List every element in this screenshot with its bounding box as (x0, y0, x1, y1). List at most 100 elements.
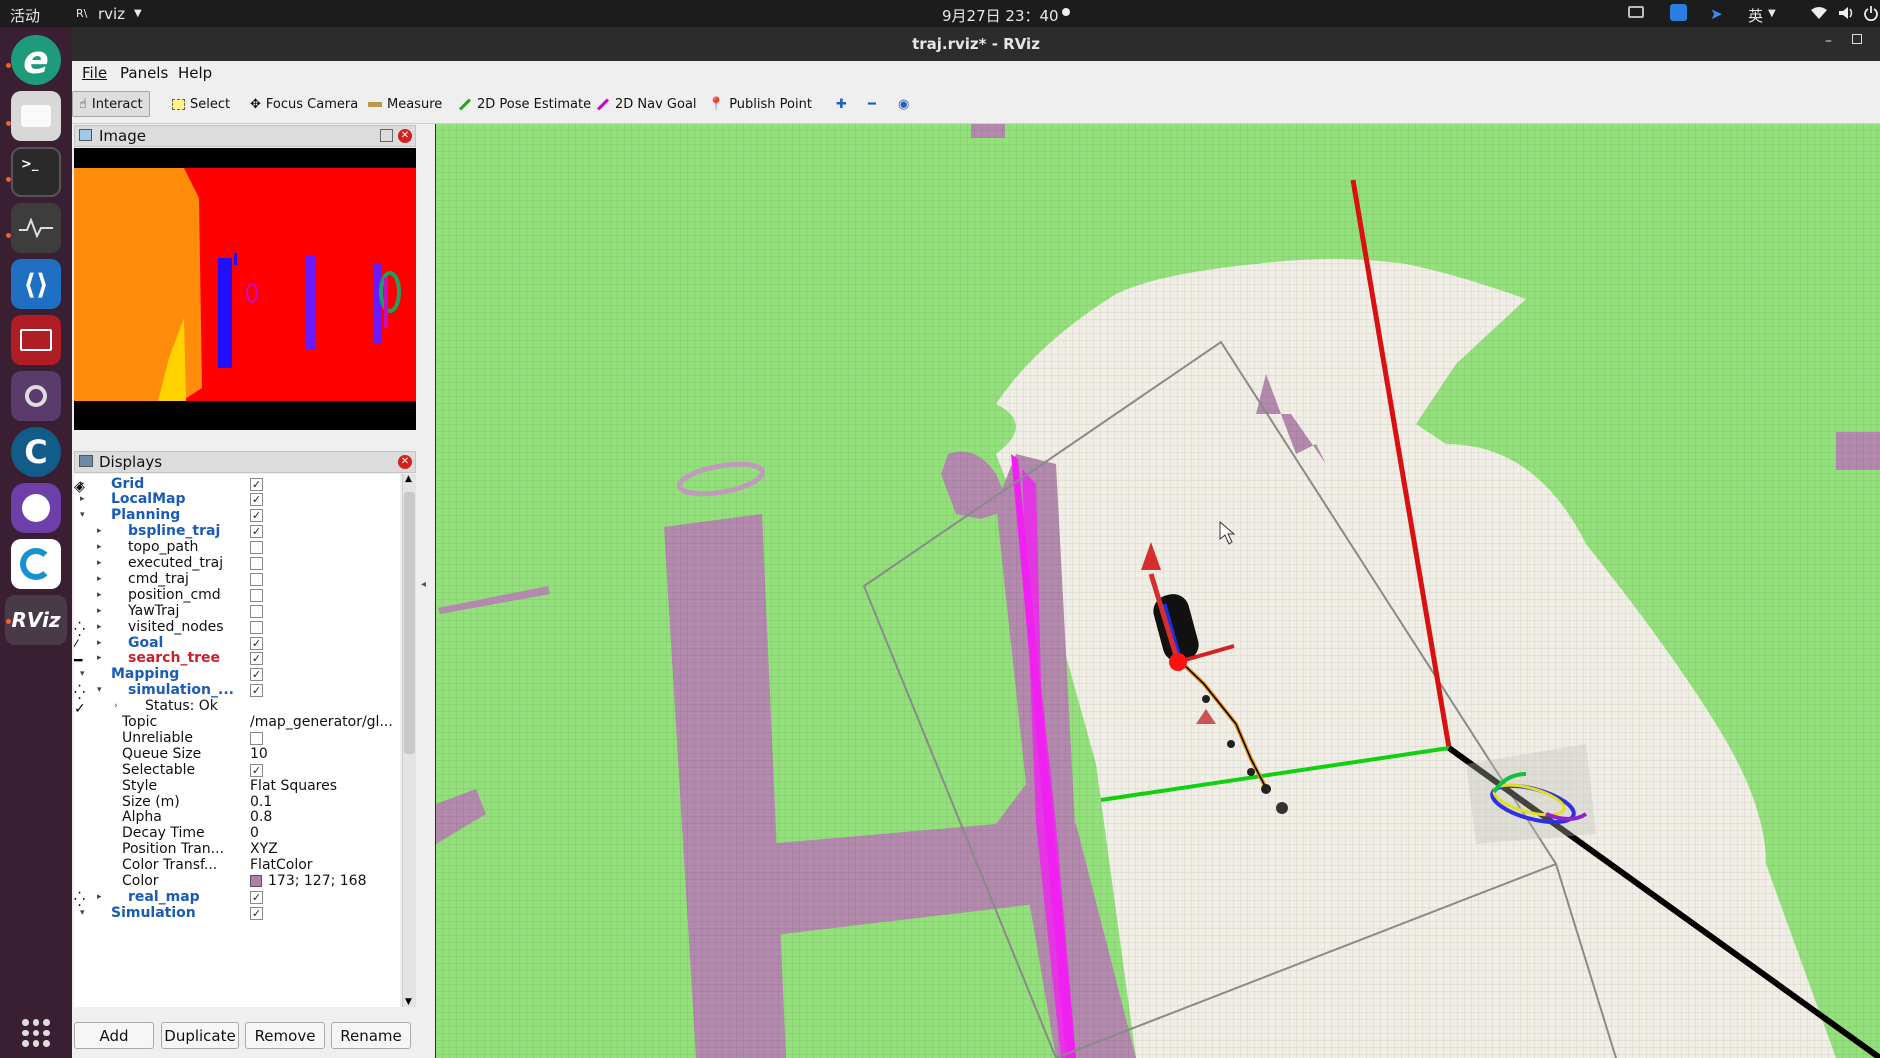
visibility-checkbox[interactable]: ✓ (250, 668, 263, 682)
application-dock: e >_ ⟨⟩ C RViz (0, 27, 72, 1058)
notification-dot-icon (1062, 8, 1070, 16)
minimize-icon[interactable]: – (1825, 33, 1832, 49)
3d-scene[interactable] (436, 124, 1880, 1058)
rename-button[interactable]: Rename (331, 1022, 411, 1049)
menu-file[interactable]: File (82, 64, 107, 82)
collapse-panel-icon[interactable]: ◂ (421, 579, 426, 590)
marker-icon (74, 573, 87, 586)
files-icon[interactable] (11, 91, 61, 141)
video-icon[interactable] (11, 371, 61, 421)
system-monitor-icon[interactable] (11, 203, 61, 253)
wifi-icon[interactable] (1810, 6, 1828, 20)
remove-button[interactable]: Remove (245, 1022, 325, 1049)
scroll-down-icon[interactable]: ▼ (405, 997, 412, 1007)
folder-icon (74, 493, 87, 506)
tree-scrollbar[interactable]: ▲ ▼ (402, 474, 416, 1007)
ruler-icon (368, 101, 382, 107)
scroll-up-icon[interactable]: ▲ (405, 474, 412, 484)
marker-icon (74, 541, 87, 554)
visibility-checkbox[interactable]: ✓ (250, 890, 263, 904)
cloud-icon: ⁛ (74, 891, 86, 908)
app-indicator-icon[interactable] (1670, 4, 1687, 21)
rviz-badge: R\ (76, 7, 88, 20)
cloud-icon[interactable]: C (11, 427, 61, 477)
grid-icon: ◈ (74, 478, 85, 495)
folder-icon (74, 907, 87, 920)
maximize-icon[interactable] (1852, 34, 1862, 44)
vscode-icon[interactable]: ⟨⟩ (11, 259, 61, 309)
float-panel-icon[interactable] (380, 129, 393, 142)
add-tool-icon[interactable]: ✚ (830, 91, 853, 117)
app-icon[interactable] (11, 315, 61, 365)
focus-camera-label: Focus Camera (265, 96, 359, 112)
running-indicator (6, 619, 11, 624)
marker-icon (74, 525, 87, 538)
image-panel-icon (79, 129, 92, 141)
terminal-icon[interactable]: >_ (11, 147, 61, 197)
running-indicator (6, 177, 11, 182)
focus-camera-tool[interactable]: ✥ Focus Camera (244, 91, 364, 117)
close-icon[interactable]: ✕ (398, 129, 412, 143)
menu-panels[interactable]: Panels (120, 64, 168, 82)
show-apps-icon[interactable] (22, 1019, 50, 1047)
tree-row-simulation[interactable]: ▾ Simulation ✓ (74, 904, 400, 923)
menu-bar: File Panels Help (72, 61, 1880, 85)
visibility-checkbox[interactable] (250, 588, 263, 602)
visibility-checkbox[interactable] (250, 572, 263, 586)
add-button[interactable]: Add (74, 1022, 154, 1049)
scrollbar-thumb[interactable] (404, 492, 415, 754)
marker-icon (74, 605, 87, 618)
cloud-icon: ⁛ (74, 685, 86, 702)
visibility-checkbox[interactable]: ✓ (250, 509, 263, 523)
cloud-icon: ⁛ (74, 621, 86, 638)
nav-goal-tool[interactable]: 2D Nav Goal (590, 91, 703, 117)
3d-render-viewport[interactable] (436, 124, 1880, 1058)
running-indicator (6, 63, 11, 68)
running-indicator (6, 233, 11, 238)
visibility-checkbox[interactable] (250, 557, 263, 570)
app-menu-button[interactable]: rviz (98, 5, 125, 23)
power-icon[interactable] (1864, 5, 1878, 21)
github-icon[interactable] (11, 483, 61, 533)
edge-browser-icon[interactable]: e (11, 35, 61, 85)
map-pin-icon: 📍 (708, 96, 725, 112)
measure-tool[interactable]: Measure (362, 91, 448, 117)
displays-tree[interactable]: ▸ ◈ Grid ✓ ▸ LocalMap ✓ ▾ Planning ✓ ▸ bspline_traj… (74, 474, 400, 1007)
rviz-icon[interactable]: RViz (5, 595, 67, 645)
select-tool[interactable]: Select (166, 91, 236, 117)
sync-icon[interactable] (11, 539, 61, 589)
ok-icon: ✓ (74, 701, 86, 718)
visibility-checkbox[interactable]: ✓ (250, 477, 263, 491)
remove-tool-icon[interactable]: ━ (862, 91, 882, 117)
tool-bar: ☝ Interact Select ✥ Focus Camera Measure 2… (72, 85, 1880, 124)
eye-icon[interactable]: ◉ (892, 91, 915, 117)
visibility-checkbox[interactable] (250, 604, 263, 618)
camera-icon[interactable] (1628, 6, 1644, 18)
telegram-icon[interactable]: ➤ (1710, 5, 1723, 23)
publish-point-tool[interactable]: 📍 Publish Point (702, 91, 818, 117)
clock[interactable]: 9月27日 23：40 (942, 5, 1059, 26)
image-panel-title: Image (99, 127, 146, 145)
visibility-checkbox[interactable]: ✓ (250, 525, 263, 539)
volume-icon[interactable] (1838, 6, 1854, 20)
marker-icon (74, 557, 87, 570)
visibility-checkbox[interactable]: ✓ (250, 493, 263, 507)
visibility-checkbox[interactable]: ✓ (250, 652, 263, 666)
visibility-checkbox[interactable]: ✓ (250, 763, 263, 777)
menu-help[interactable]: Help (178, 64, 212, 82)
window-titlebar[interactable]: traj.rviz* - RViz – (72, 27, 1880, 61)
visibility-checkbox[interactable]: ✓ (250, 684, 263, 698)
visibility-checkbox[interactable]: ✓ (250, 906, 263, 920)
pose-estimate-tool[interactable]: 2D Pose Estimate (452, 91, 597, 117)
visibility-checkbox[interactable] (250, 620, 263, 634)
duplicate-button[interactable]: Duplicate (161, 1022, 239, 1049)
visibility-checkbox[interactable] (250, 731, 263, 745)
input-method-button[interactable]: 英 (1748, 5, 1763, 26)
interact-tool[interactable]: ☝ Interact (72, 91, 150, 117)
visibility-checkbox[interactable]: ✓ (250, 636, 263, 650)
close-icon[interactable]: ✕ (398, 455, 412, 469)
visibility-checkbox[interactable] (250, 541, 263, 555)
activities-button[interactable]: 活动 (10, 5, 40, 26)
chevron-down-icon[interactable]: ▼ (134, 8, 142, 19)
chevron-down-icon[interactable]: ▼ (1768, 8, 1776, 19)
